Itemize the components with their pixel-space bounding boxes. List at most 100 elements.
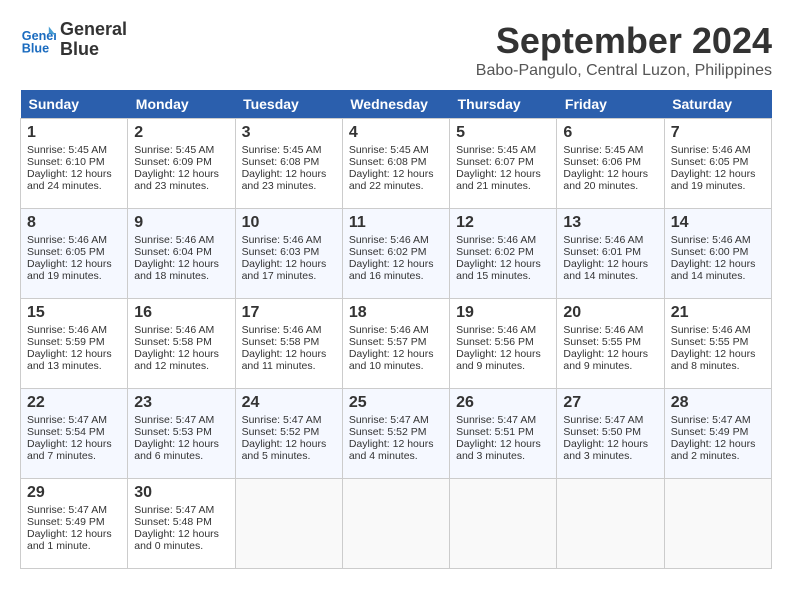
day-info-line: Sunset: 5:52 PM [349,426,443,438]
logo-icon: General Blue [20,22,56,58]
day-info-line: Sunset: 5:58 PM [134,336,228,348]
day-number: 17 [242,304,336,322]
day-number: 26 [456,394,550,412]
calendar-cell: 2 Sunrise: 5:45 AMSunset: 6:09 PMDaylight… [128,119,235,209]
day-info-line: Sunrise: 5:46 AM [349,234,443,246]
day-number: 27 [563,394,657,412]
day-info-line: Sunset: 5:59 PM [27,336,121,348]
calendar-cell: 6Sunrise: 5:45 AMSunset: 6:06 PMDaylight… [557,119,664,209]
day-info-line: Sunset: 6:02 PM [349,246,443,258]
calendar-cell: 25Sunrise: 5:47 AMSunset: 5:52 PMDayligh… [342,389,449,479]
calendar-cell [450,479,557,569]
day-info-line: Daylight: 12 hours [456,348,550,360]
day-info-line: Daylight: 12 hours [671,348,765,360]
day-info-line: Sunrise: 5:47 AM [456,414,550,426]
day-info-line: Sunset: 5:48 PM [134,516,228,528]
day-info-line: Sunset: 6:08 PM [242,156,336,168]
day-info-line: and 17 minutes. [242,270,336,282]
calendar-cell: 23Sunrise: 5:47 AMSunset: 5:53 PMDayligh… [128,389,235,479]
calendar-cell: 12Sunrise: 5:46 AMSunset: 6:02 PMDayligh… [450,209,557,299]
calendar-cell: 19Sunrise: 5:46 AMSunset: 5:56 PMDayligh… [450,299,557,389]
day-info-line: Sunrise: 5:46 AM [456,234,550,246]
day-number: 2 [134,124,228,142]
day-info-line: Sunrise: 5:46 AM [671,234,765,246]
calendar-cell: 9Sunrise: 5:46 AMSunset: 6:04 PMDaylight… [128,209,235,299]
day-info-line: and 2 minutes. [671,450,765,462]
day-info-line: Daylight: 12 hours [134,168,228,180]
header: General Blue General Blue September 2024… [20,20,772,80]
calendar-cell: 4Sunrise: 5:45 AMSunset: 6:08 PMDaylight… [342,119,449,209]
day-info-line: Sunset: 6:10 PM [27,156,121,168]
day-info-line: Sunset: 6:03 PM [242,246,336,258]
calendar-week-2: 8Sunrise: 5:46 AMSunset: 6:05 PMDaylight… [21,209,772,299]
day-number: 10 [242,214,336,232]
day-info-line: Sunrise: 5:45 AM [134,144,228,156]
day-number: 18 [349,304,443,322]
day-info-line: Daylight: 12 hours [242,348,336,360]
calendar-cell: 28Sunrise: 5:47 AMSunset: 5:49 PMDayligh… [664,389,771,479]
day-info-line: and 21 minutes. [456,180,550,192]
day-info-line: and 19 minutes. [27,270,121,282]
header-cell-tuesday: Tuesday [235,90,342,119]
calendar-cell: 18Sunrise: 5:46 AMSunset: 5:57 PMDayligh… [342,299,449,389]
day-info-line: and 11 minutes. [242,360,336,372]
day-info-line: Sunrise: 5:47 AM [134,414,228,426]
calendar-cell: 5Sunrise: 5:45 AMSunset: 6:07 PMDaylight… [450,119,557,209]
day-info-line: Sunrise: 5:45 AM [563,144,657,156]
day-info-line: Sunset: 5:54 PM [27,426,121,438]
day-info-line: and 16 minutes. [349,270,443,282]
month-title: September 2024 [476,20,772,62]
day-info-line: Daylight: 12 hours [27,258,121,270]
day-info-line: Daylight: 12 hours [27,348,121,360]
calendar-cell: 15Sunrise: 5:46 AMSunset: 5:59 PMDayligh… [21,299,128,389]
calendar-week-1: 1Sunrise: 5:45 AMSunset: 6:10 PMDaylight… [21,119,772,209]
day-info-line: Sunrise: 5:47 AM [134,504,228,516]
day-number: 8 [27,214,121,232]
calendar-cell: 20Sunrise: 5:46 AMSunset: 5:55 PMDayligh… [557,299,664,389]
calendar-week-4: 22Sunrise: 5:47 AMSunset: 5:54 PMDayligh… [21,389,772,479]
day-info-line: Daylight: 12 hours [242,258,336,270]
day-info-line: Sunrise: 5:46 AM [242,234,336,246]
day-info-line: Sunrise: 5:45 AM [27,144,121,156]
day-info-line: Daylight: 12 hours [563,438,657,450]
day-info-line: Sunrise: 5:45 AM [242,144,336,156]
day-info-line: Daylight: 12 hours [456,168,550,180]
day-info-line: and 1 minute. [27,540,121,552]
day-info-line: Sunset: 5:51 PM [456,426,550,438]
logo: General Blue General Blue [20,20,127,60]
day-info-line: and 13 minutes. [27,360,121,372]
day-info-line: Sunset: 5:49 PM [27,516,121,528]
day-info-line: and 14 minutes. [563,270,657,282]
day-info-line: and 8 minutes. [671,360,765,372]
day-info-line: Sunset: 6:05 PM [27,246,121,258]
calendar-header-row: SundayMondayTuesdayWednesdayThursdayFrid… [21,90,772,119]
day-info-line: Sunset: 6:09 PM [134,156,228,168]
day-info-line: Sunrise: 5:46 AM [349,324,443,336]
calendar-cell: 7Sunrise: 5:46 AMSunset: 6:05 PMDaylight… [664,119,771,209]
day-info-line: Sunset: 6:01 PM [563,246,657,258]
day-info-line: Sunset: 5:55 PM [671,336,765,348]
calendar-cell: 14Sunrise: 5:46 AMSunset: 6:00 PMDayligh… [664,209,771,299]
calendar-cell: 27Sunrise: 5:47 AMSunset: 5:50 PMDayligh… [557,389,664,479]
day-info-line: Daylight: 12 hours [349,258,443,270]
day-info-line: Daylight: 12 hours [349,348,443,360]
calendar-cell [557,479,664,569]
header-cell-friday: Friday [557,90,664,119]
day-info-line: Daylight: 12 hours [134,258,228,270]
day-info-line: Sunset: 6:07 PM [456,156,550,168]
day-info-line: Daylight: 12 hours [134,438,228,450]
day-info-line: Sunset: 5:49 PM [671,426,765,438]
day-number: 14 [671,214,765,232]
day-info-line: Daylight: 12 hours [671,168,765,180]
day-info-line: Daylight: 12 hours [456,258,550,270]
day-info-line: Sunset: 6:06 PM [563,156,657,168]
logo-line1: General [60,20,127,40]
calendar-cell: 10 Sunrise: 5:46 AMSunset: 6:03 PMDayligh… [235,209,342,299]
day-info-line: and 6 minutes. [134,450,228,462]
day-number: 30 [134,484,228,502]
day-info-line: Sunset: 5:58 PM [242,336,336,348]
day-info-line: Sunrise: 5:46 AM [671,144,765,156]
day-info-line: Sunset: 6:04 PM [134,246,228,258]
day-number: 21 [671,304,765,322]
day-info-line: and 7 minutes. [27,450,121,462]
